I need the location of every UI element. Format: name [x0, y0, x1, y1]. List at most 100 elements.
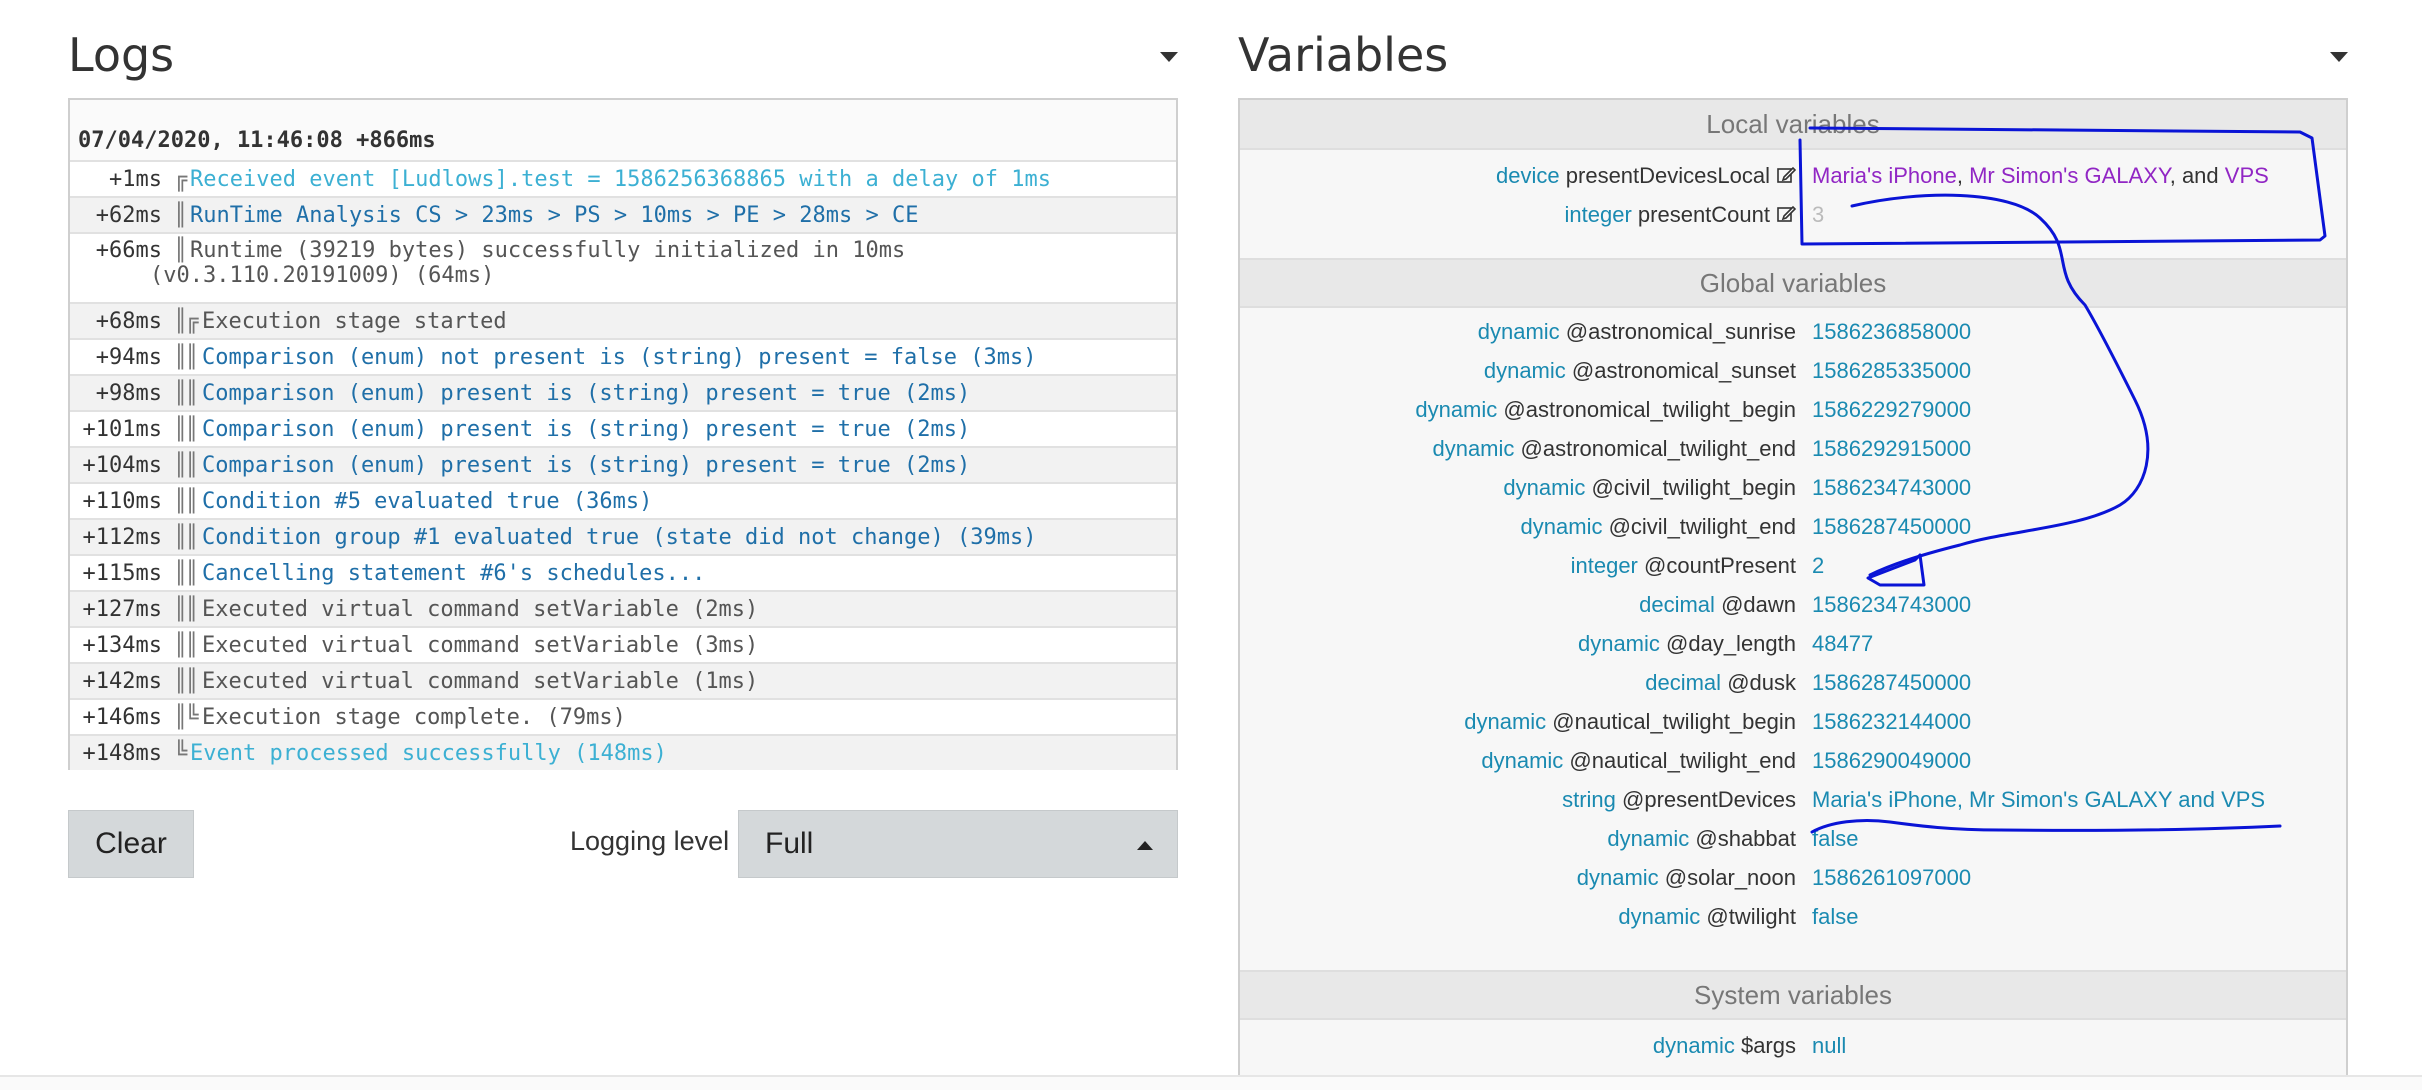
log-rows: +1ms ╔ Received event [Ludlows].test = 158…: [70, 160, 1176, 770]
log-entry: +134ms ║║ Executed virtual command setVari…: [70, 626, 1176, 662]
log-entry: +101ms ║║ Comparison (enum) present is (st…: [70, 410, 1176, 446]
variable-type: dynamic: [1481, 747, 1564, 773]
global-variable-row: dynamic @nautical_twilight_end 1586290049…: [1240, 741, 2346, 780]
log-message: Comparison (enum) present is (string) pr…: [202, 416, 971, 442]
variable-value-part: Mr Simon's GALAXY: [1969, 162, 2170, 188]
variables-list: Local variables device presentDevicesLoc…: [1238, 98, 2348, 1090]
variable-declaration: decimal @dawn: [1240, 592, 1796, 618]
log-message: Executed virtual command setVariable (2m…: [202, 596, 759, 622]
variable-name: @twilight: [1706, 903, 1796, 929]
variable-type: dynamic: [1415, 396, 1498, 422]
variable-type: dynamic: [1483, 357, 1566, 383]
variable-declaration: dynamic @day_length: [1240, 631, 1796, 657]
variable-value: 1586234743000: [1812, 474, 1972, 500]
variable-type: dynamic: [1464, 708, 1547, 734]
log-nesting-bar: ║║: [174, 416, 199, 442]
log-entry: +115ms ║║ Cancelling statement #6's schedu…: [70, 554, 1176, 590]
log-message: Comparison (enum) present is (string) pr…: [202, 380, 971, 406]
clear-logs-button[interactable]: Clear: [68, 810, 194, 878]
logging-level-label: Logging level: [570, 826, 730, 856]
variable-value: 1586290049000: [1812, 747, 1972, 773]
log-entry: +112ms ║║ Condition group #1 evaluated tru…: [70, 518, 1176, 554]
log-entry: +1ms ╔ Received event [Ludlows].test = 158…: [70, 160, 1176, 196]
log-nesting-bar: ╔: [174, 166, 187, 192]
variable-declaration: dynamic @civil_twilight_end: [1240, 514, 1796, 540]
bottom-divider: [0, 1075, 2422, 1090]
log-message: Comparison (enum) not present is (string…: [202, 344, 1037, 370]
variable-type: dynamic: [1503, 474, 1586, 500]
variable-value: 1586261097000: [1812, 864, 1972, 890]
global-variable-row: dynamic @shabbat false: [1240, 819, 2346, 858]
variables-title: Variables: [1238, 28, 1449, 82]
variable-name: @countPresent: [1644, 552, 1796, 578]
variable-name: @nautical_twilight_end: [1569, 747, 1796, 773]
log-message-line: (v0.3.110.20191009) (64ms): [150, 263, 495, 288]
log-time: +110ms: [82, 488, 162, 514]
logging-level-select[interactable]: Full: [738, 810, 1178, 878]
variable-declaration: integer @countPresent: [1240, 553, 1796, 579]
variable-declaration: dynamic @astronomical_twilight_begin: [1240, 397, 1796, 423]
log-nesting-bar: ║║: [174, 632, 199, 658]
variable-declaration: decimal @dusk: [1240, 670, 1796, 696]
log-entry: +110ms ║║ Condition #5 evaluated true (36m…: [70, 482, 1176, 518]
variable-type: string: [1562, 786, 1616, 812]
variable-type: integer: [1564, 201, 1632, 227]
variable-type: device: [1496, 162, 1560, 188]
variable-type: dynamic: [1607, 825, 1690, 851]
variable-value-part: Maria's iPhone: [1812, 162, 1957, 188]
variable-value: 48477: [1812, 630, 1874, 656]
variable-declaration: dynamic @astronomical_twilight_end: [1240, 436, 1796, 462]
variable-declaration: integer presentCount: [1240, 202, 1796, 228]
edit-icon[interactable]: [1776, 204, 1796, 224]
global-variables: dynamic @astronomical_sunrise 15862368580…: [1240, 312, 2346, 936]
log-message: Cancelling statement #6's schedules...: [202, 560, 706, 586]
variable-declaration: device presentDevicesLocal: [1240, 163, 1796, 189]
variable-declaration: dynamic @solar_noon: [1240, 865, 1796, 891]
variable-value: null: [1812, 1032, 1847, 1058]
log-time: +94ms: [95, 344, 162, 370]
log-message: Condition group #1 evaluated true (state…: [202, 524, 1037, 550]
variable-name: @astronomical_twilight_end: [1520, 435, 1796, 461]
log-entry: +94ms ║║ Comparison (enum) not present is …: [70, 338, 1176, 374]
variable-declaration: dynamic $args: [1240, 1033, 1796, 1059]
variable-name: @dusk: [1727, 669, 1796, 695]
variable-value: false: [1812, 903, 1859, 929]
edit-icon[interactable]: [1776, 165, 1796, 185]
log-message: Condition #5 evaluated true (36ms): [202, 488, 653, 514]
variable-value: false: [1812, 825, 1859, 851]
variable-type: decimal: [1639, 591, 1715, 617]
logs-collapse-chevron-down-icon[interactable]: [1160, 52, 1178, 62]
global-variable-row: dynamic @nautical_twilight_begin 15862321…: [1240, 702, 2346, 741]
log-time: +112ms: [82, 524, 162, 550]
system-variable-row: dynamic $args null: [1240, 1026, 2346, 1065]
log-entry: +146ms ║╚ Execution stage complete. (79ms): [70, 698, 1176, 734]
chevron-up-icon: [1137, 841, 1153, 850]
global-variable-row: dynamic @solar_noon 1586261097000: [1240, 858, 2346, 897]
local-variable-row: integer presentCount 3: [1240, 195, 2346, 234]
variable-name: @civil_twilight_begin: [1591, 474, 1796, 500]
variable-value: 1586232144000: [1812, 708, 1972, 734]
variable-value-part: VPS: [2224, 162, 2269, 188]
variable-name: presentCount: [1637, 201, 1770, 227]
log-nesting-bar: ║╚: [174, 704, 199, 730]
log-nesting-bar: ║╔: [174, 308, 199, 334]
log-time: +98ms: [95, 380, 162, 406]
log-time: +104ms: [82, 452, 162, 478]
local-variables-header: Local variables: [1240, 100, 2346, 150]
variable-type: decimal: [1645, 669, 1722, 695]
log-message: Executed virtual command setVariable (1m…: [202, 668, 759, 694]
variable-value: Maria's iPhone, Mr Simon's GALAXY, and V…: [1796, 163, 2269, 189]
log-nesting-bar: ║: [174, 202, 187, 228]
log-nesting-bar: ║║: [174, 596, 199, 622]
log-time: +66ms: [95, 238, 162, 263]
variables-collapse-chevron-down-icon[interactable]: [2330, 52, 2348, 62]
variable-name: @presentDevices: [1622, 786, 1796, 812]
variable-declaration: dynamic @civil_twilight_begin: [1240, 475, 1796, 501]
variable-value-part: , and: [2169, 162, 2225, 188]
log-nesting-bar: ║║: [174, 524, 199, 550]
logs-title: Logs: [68, 28, 175, 82]
log-entry: +104ms ║║ Comparison (enum) present is (st…: [70, 446, 1176, 482]
variable-name: @solar_noon: [1664, 864, 1796, 890]
log-time: +115ms: [82, 560, 162, 586]
global-variable-row: decimal @dusk 1586287450000: [1240, 663, 2346, 702]
